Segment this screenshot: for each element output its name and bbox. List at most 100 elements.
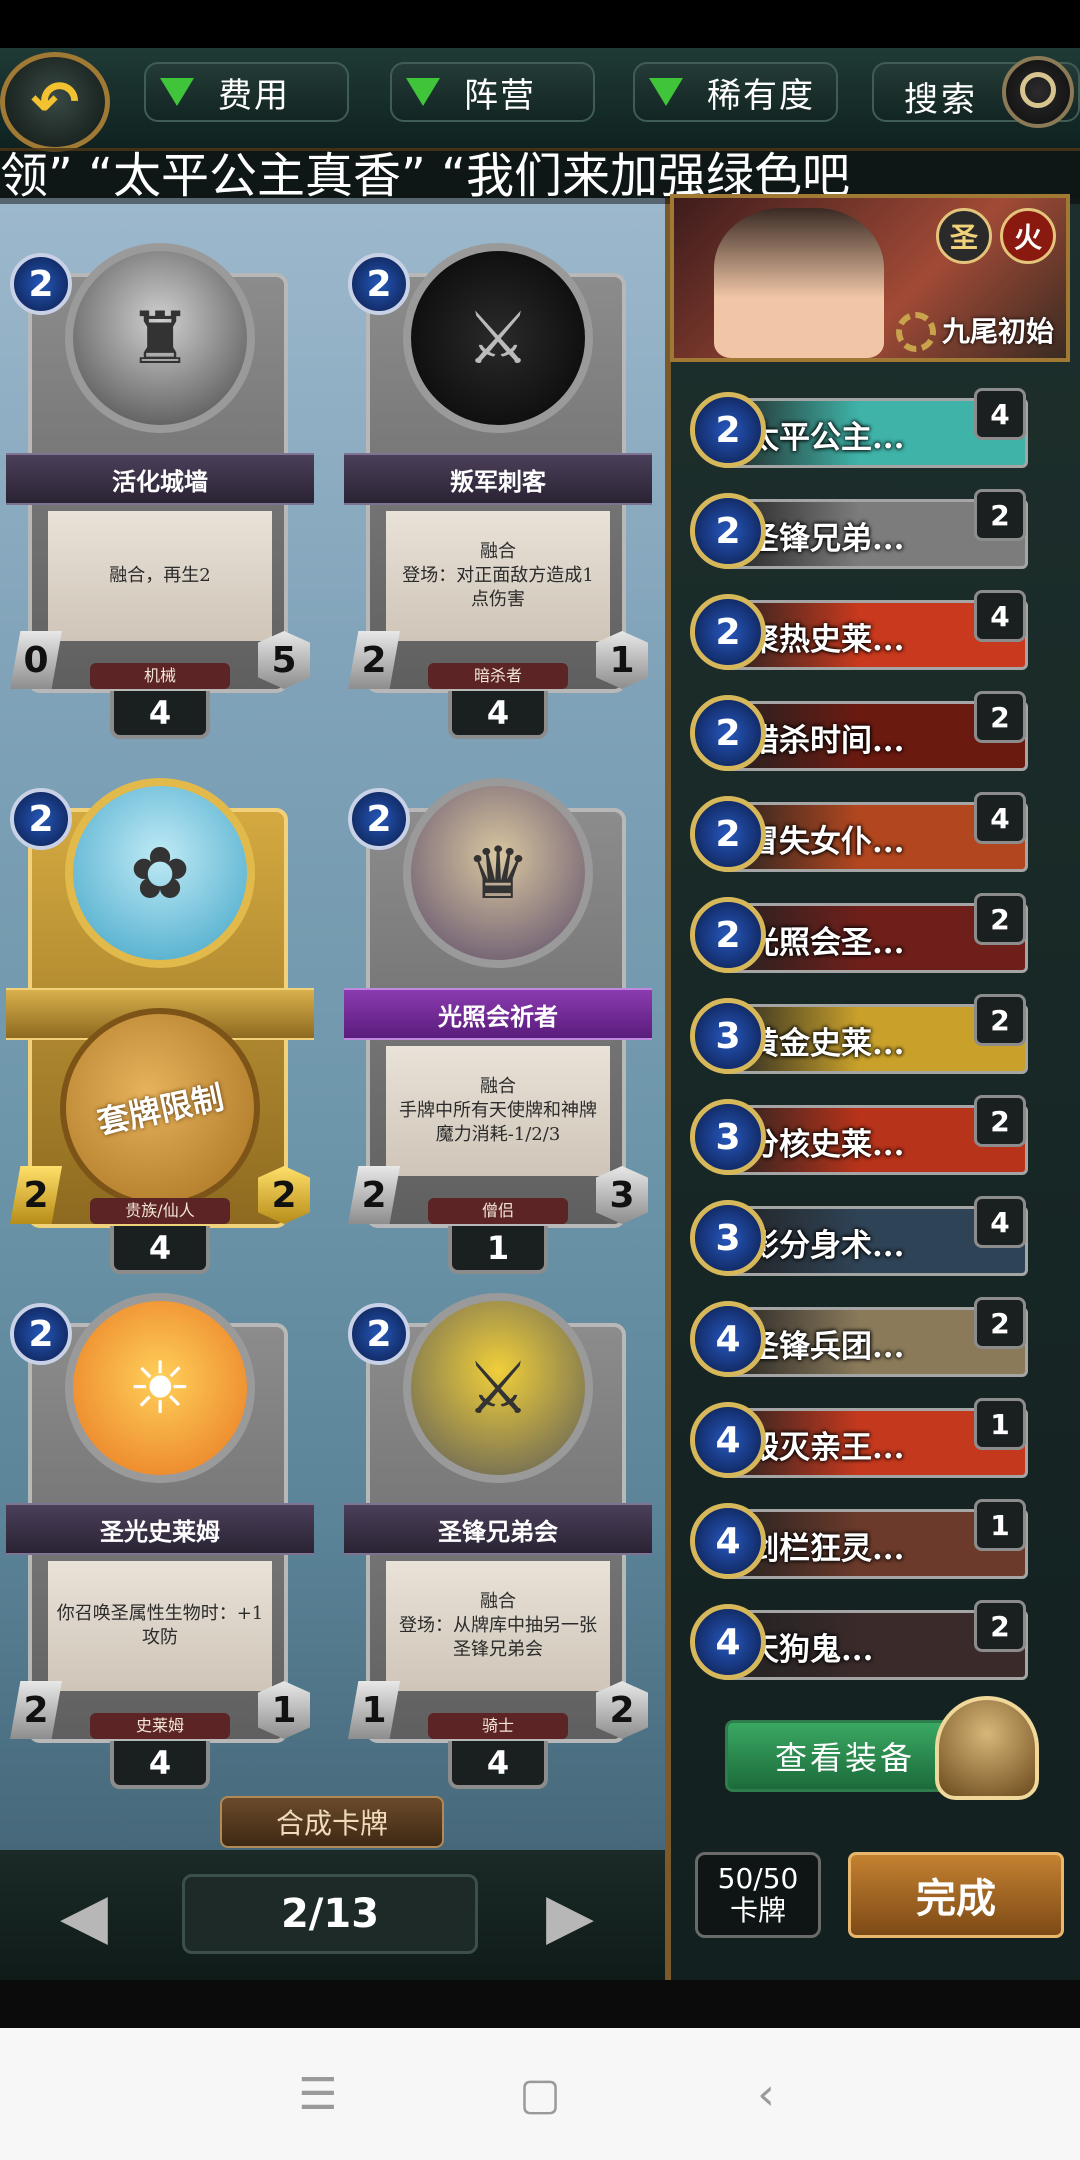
back-chevron-icon[interactable]: ‹	[706, 2028, 826, 2160]
dropdown-triangle-icon	[649, 78, 683, 106]
deck-card-count-label: 卡牌	[729, 1894, 786, 1927]
leader-portrait	[714, 208, 884, 358]
deck-item-cost: 2	[690, 594, 766, 670]
next-page-arrow-icon[interactable]: ▸	[520, 1857, 620, 1969]
card-owned-count: 4	[110, 691, 210, 739]
filter-faction-button[interactable]: 阵营	[390, 62, 595, 122]
card-tile[interactable]: ⚔ 2 叛军刺客 融合 登场：对正面敌方造成1点伤害 2 1 暗杀者 4	[344, 243, 652, 739]
deck-item-name: 圣锋兄弟...	[748, 521, 905, 557]
combine-cards-button[interactable]: 合成卡牌	[220, 1796, 444, 1848]
home-square-icon[interactable]: ▢	[480, 2028, 600, 2160]
system-nav-bar: ☰ ▢ ‹	[0, 2028, 1080, 2160]
card-cost: 2	[10, 253, 72, 315]
deck-item-name: 黄金史莱...	[748, 1026, 905, 1062]
search-label: 搜索	[904, 80, 978, 120]
menu-icon[interactable]: ☰	[258, 2028, 378, 2160]
deck-item-name: 聚热史莱...	[748, 622, 905, 658]
deck-item-count: 2	[974, 1600, 1026, 1652]
deck-list-item[interactable]: 猎杀时间... 2 2	[690, 691, 1035, 783]
deck-item-cost: 2	[690, 392, 766, 468]
done-button[interactable]: 完成	[848, 1852, 1064, 1938]
filter-cost-label: 费用	[218, 75, 290, 116]
search-button[interactable]: 搜索	[872, 56, 1080, 128]
card-tile[interactable]: ⚔ 2 圣锋兄弟会 融合 登场：从牌库中抽另一张圣锋兄弟会 1 2 骑士 4	[344, 1293, 652, 1789]
deck-item-cost: 2	[690, 796, 766, 872]
deck-list-item[interactable]: 聚热史莱... 2 4	[690, 590, 1035, 682]
deck-list-item[interactable]: 光照会圣... 2 2	[690, 893, 1035, 985]
deck-item-cost: 2	[690, 695, 766, 771]
deck-list-item[interactable]: 圣锋兄弟... 2 2	[690, 489, 1035, 581]
card-cost: 2	[348, 788, 410, 850]
deck-card-list[interactable]: 太平公主... 2 4 圣锋兄弟... 2 2 聚热史莱... 2 4 猎杀时间... 2 2 冒失女仆…	[690, 388, 1035, 1712]
deck-item-count: 2	[974, 1095, 1026, 1147]
filter-rarity-label: 稀有度	[707, 75, 815, 116]
filter-cost-button[interactable]: 费用	[144, 62, 349, 122]
deck-item-count: 2	[974, 1297, 1026, 1349]
card-owned-count: 4	[448, 1741, 548, 1789]
card-owned-count: 1	[448, 1226, 548, 1274]
deck-item-name: 剑栏狂灵...	[748, 1531, 905, 1567]
card-tile[interactable]: ☀ 2 圣光史莱姆 你召唤圣属性生物时：+1攻防 2 1 史莱姆 4	[6, 1293, 314, 1789]
deck-item-cost: 3	[690, 1099, 766, 1175]
card-portrait-princess: ✿	[65, 778, 255, 968]
deck-list-item[interactable]: 太平公主... 2 4	[690, 388, 1035, 480]
deck-item-name: 圣锋兵团...	[748, 1329, 905, 1365]
deck-list-item[interactable]: 黄金史莱... 3 2	[690, 994, 1035, 1086]
deck-item-count: 4	[974, 388, 1026, 440]
deck-card-counter: 50/50 卡牌	[695, 1852, 821, 1938]
card-portrait-assassin: ⚔	[403, 243, 593, 433]
deck-item-name: 冒失女仆...	[748, 824, 905, 860]
card-tile[interactable]: ♜ 2 活化城墙 融合，再生2 0 5 机械 4	[6, 243, 314, 739]
deck-list-item[interactable]: 分核史莱... 3 2	[690, 1095, 1035, 1187]
deck-list-item[interactable]: 天狗鬼... 4 2	[690, 1600, 1035, 1692]
dropdown-triangle-icon	[406, 78, 440, 106]
card-health: 2	[596, 1681, 648, 1739]
card-tile[interactable]: ✿ 2 套牌限制 2 2 贵族/仙人 4	[6, 778, 314, 1274]
deck-list-item[interactable]: 影分身术... 3 4	[690, 1196, 1035, 1288]
deck-item-name: 猎杀时间...	[748, 723, 905, 759]
card-name: 圣光史莱姆	[6, 1503, 314, 1555]
card-cost: 2	[348, 1303, 410, 1365]
deck-item-cost: 2	[690, 897, 766, 973]
deck-builder-screen: ↶ 费用 阵营 稀有度 搜索 领” “太平公主真香” “我们来加强绿色吧 ♜ 2…	[0, 48, 1080, 1980]
status-bar	[0, 0, 1080, 48]
deck-card-count-value: 50/50	[717, 1862, 799, 1895]
deck-item-count: 2	[974, 489, 1026, 541]
deck-item-count: 1	[974, 1499, 1026, 1551]
deck-item-count: 2	[974, 994, 1026, 1046]
card-owned-count: 4	[110, 1741, 210, 1789]
card-text: 你召唤圣属性生物时：+1攻防	[48, 1561, 272, 1691]
view-equipment-button[interactable]: 查看装备	[725, 1720, 965, 1792]
deck-item-name: 毁灭亲王...	[748, 1430, 905, 1466]
card-name: 活化城墙	[6, 453, 314, 505]
card-tribe: 机械	[90, 663, 230, 689]
card-text: 融合 登场：对正面敌方造成1点伤害	[386, 511, 610, 641]
gear-icon	[896, 312, 936, 352]
helmet-icon	[935, 1696, 1039, 1800]
card-tribe: 史莱姆	[90, 1713, 230, 1739]
card-tile[interactable]: ♛ 2 光照会祈者 融合 手牌中所有天使牌和神牌魔力消耗-1/2/3 2 3 僧…	[344, 778, 652, 1274]
deck-item-name: 光照会圣...	[748, 925, 905, 961]
card-portrait-slime: ☀	[65, 1293, 255, 1483]
card-tribe: 贵族/仙人	[90, 1198, 230, 1224]
card-name: 光照会祈者	[344, 988, 652, 1040]
card-health: 2	[258, 1166, 310, 1224]
deck-item-cost: 4	[690, 1503, 766, 1579]
filter-rarity-button[interactable]: 稀有度	[633, 62, 838, 122]
deck-item-cost: 3	[690, 998, 766, 1074]
page-indicator: 2/13	[182, 1874, 478, 1954]
deck-list-item[interactable]: 冒失女仆... 2 4	[690, 792, 1035, 884]
leader-banner[interactable]: 圣 火 九尾初始	[670, 194, 1070, 362]
deck-list-item[interactable]: 毁灭亲王... 4 1	[690, 1398, 1035, 1490]
prev-page-arrow-icon[interactable]: ◂	[34, 1857, 134, 1969]
card-cost: 2	[348, 253, 410, 315]
back-button[interactable]: ↶	[0, 52, 110, 152]
deck-item-cost: 4	[690, 1301, 766, 1377]
deck-item-cost: 2	[690, 493, 766, 569]
card-portrait-tower: ♜	[65, 243, 255, 433]
deck-list-item[interactable]: 圣锋兵团... 4 2	[690, 1297, 1035, 1389]
deck-list-item[interactable]: 剑栏狂灵... 4 1	[690, 1499, 1035, 1591]
deck-item-count: 4	[974, 590, 1026, 642]
deck-item-count: 2	[974, 691, 1026, 743]
card-health: 3	[596, 1166, 648, 1224]
